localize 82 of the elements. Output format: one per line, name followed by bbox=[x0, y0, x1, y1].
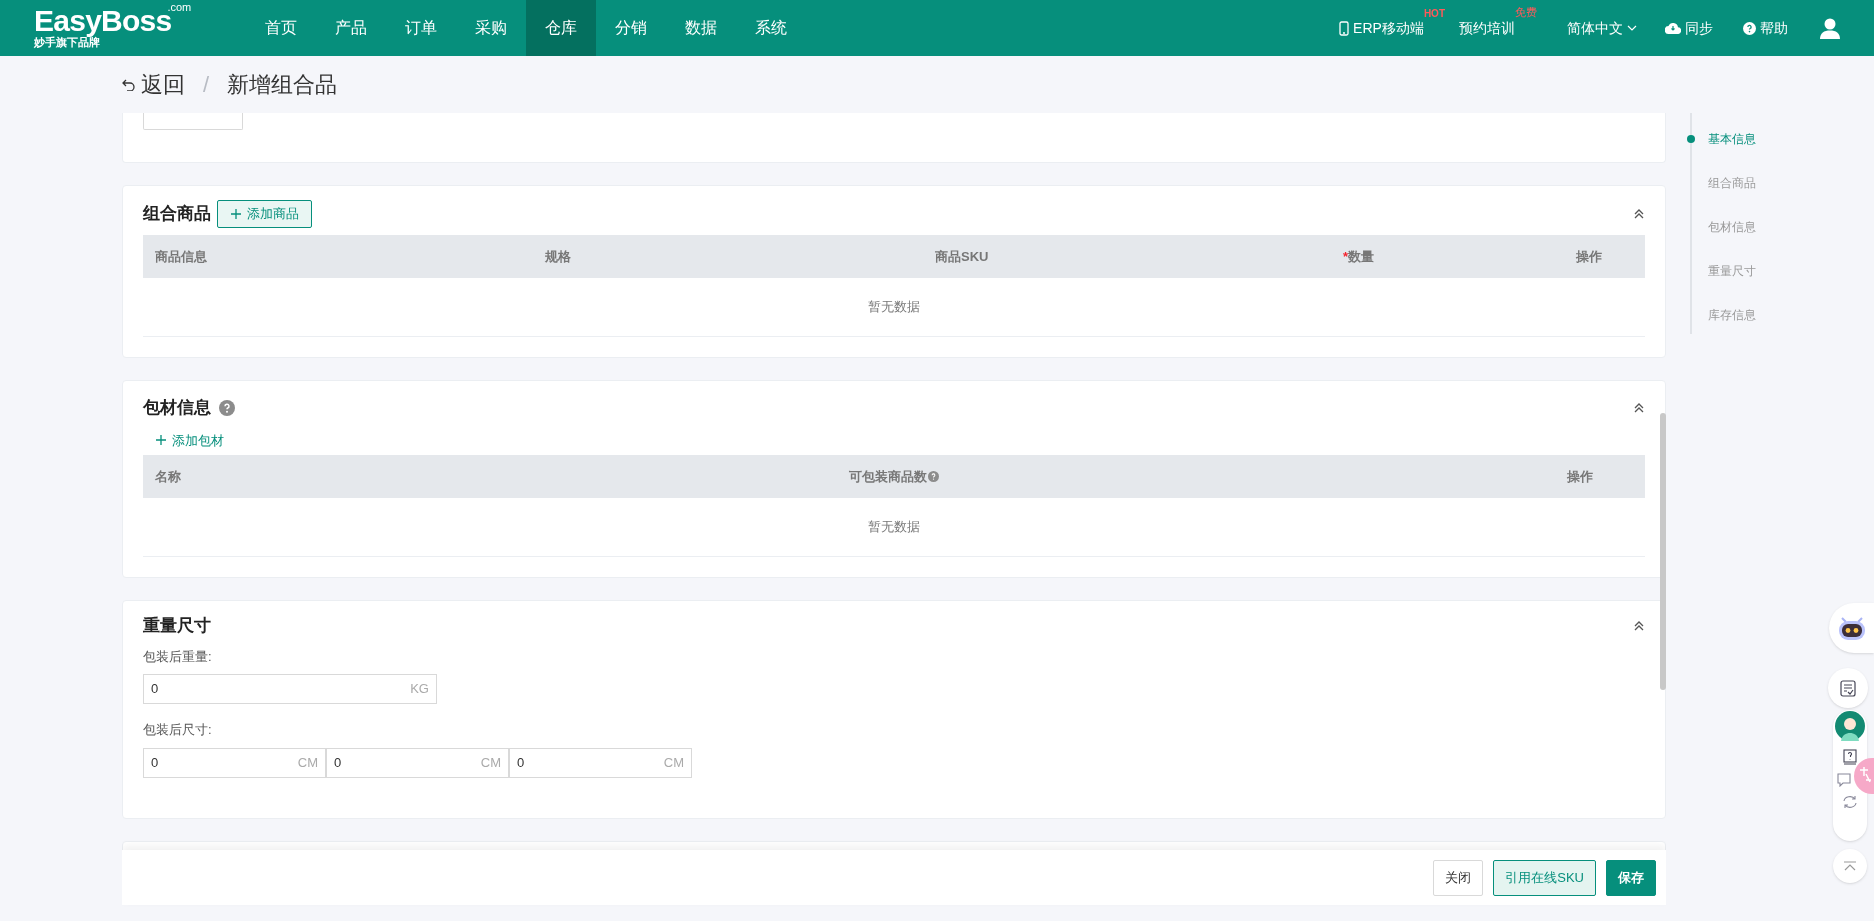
collapse-icon[interactable] bbox=[1633, 619, 1645, 632]
anchor-link[interactable]: 包材信息 bbox=[1708, 217, 1756, 237]
empty-text: 暂无数据 bbox=[143, 498, 1645, 557]
number-input[interactable]: 0 bbox=[334, 752, 481, 773]
anchor-link[interactable]: 库存信息 bbox=[1708, 305, 1756, 325]
nav-menu-item[interactable]: 订单 bbox=[386, 0, 456, 56]
help-book-icon[interactable] bbox=[1843, 749, 1857, 765]
number-field[interactable]: 0 KG bbox=[143, 674, 437, 704]
unit-label: CM bbox=[663, 753, 684, 772]
column-header: 商品SKU bbox=[935, 247, 990, 266]
number-input[interactable]: 0 bbox=[517, 752, 664, 773]
language-dropdown[interactable]: 简体中文 bbox=[1567, 17, 1637, 39]
number-field[interactable]: 0 CM bbox=[143, 747, 326, 778]
column-header: 操作 bbox=[1575, 247, 1603, 266]
unit-label: KG bbox=[410, 680, 429, 699]
mobile-app-link[interactable]: ERP移动端 bbox=[1339, 17, 1424, 39]
help-icon bbox=[219, 399, 235, 416]
logo-suffix: .com bbox=[167, 2, 192, 12]
column-header: 规格 bbox=[545, 247, 572, 266]
plus-icon bbox=[230, 208, 242, 220]
column-header: 可包装商品数 bbox=[647, 466, 1141, 487]
column-header: 商品信息 bbox=[155, 247, 208, 266]
free-label: 免费 bbox=[1515, 4, 1537, 20]
page-title: 新增组合品 bbox=[227, 71, 338, 99]
collapse-icon[interactable] bbox=[1633, 208, 1645, 220]
add-packaging-link[interactable]: 添加包材 bbox=[155, 430, 224, 450]
column-header: *数量 bbox=[1342, 247, 1376, 266]
number-input[interactable]: 0 bbox=[151, 679, 411, 699]
exchange-icon[interactable] bbox=[1842, 795, 1858, 809]
section-title: 包材信息 bbox=[143, 397, 211, 419]
phone-icon bbox=[1339, 20, 1350, 36]
arrow-up-icon bbox=[1843, 861, 1857, 871]
anchor-link[interactable]: 组合商品 bbox=[1708, 173, 1756, 193]
help-button[interactable]: 帮助 bbox=[1743, 17, 1788, 39]
empty-text: 暂无数据 bbox=[143, 278, 1645, 337]
unit-label: CM bbox=[297, 753, 318, 772]
number-field[interactable]: 0 CM bbox=[326, 747, 509, 778]
chat-icon[interactable] bbox=[1837, 773, 1851, 787]
field-label: 包装后尺寸: bbox=[143, 721, 213, 739]
collapse-icon[interactable] bbox=[1633, 401, 1645, 414]
section-title: 重量尺寸 bbox=[143, 615, 211, 637]
chevron-down-icon bbox=[1627, 25, 1637, 31]
nav-menu-item[interactable]: 采购 bbox=[456, 0, 526, 56]
required-mark: * bbox=[1343, 248, 1349, 264]
logo-tagline: 妙手旗下品牌 bbox=[34, 36, 100, 49]
nav-menu-item[interactable]: 系统 bbox=[736, 0, 806, 56]
help-icon bbox=[928, 471, 939, 482]
anchor-link[interactable]: 重量尺寸 bbox=[1708, 261, 1756, 281]
assistant-button[interactable] bbox=[1829, 603, 1874, 653]
nav-menu-item[interactable]: 数据 bbox=[666, 0, 736, 56]
back-link[interactable]: 返回 bbox=[122, 68, 185, 101]
plus-icon bbox=[155, 434, 167, 447]
unit-label: CM bbox=[480, 753, 501, 772]
checklist-icon bbox=[1840, 679, 1856, 697]
column-header: 名称 bbox=[155, 467, 182, 486]
scrollbar-thumb[interactable] bbox=[1660, 413, 1666, 690]
text-field[interactable] bbox=[143, 113, 243, 130]
anchor-link[interactable]: 基本信息 bbox=[1708, 129, 1756, 149]
nav-menu-item[interactable]: 仓库 bbox=[526, 0, 596, 56]
user-icon[interactable] bbox=[1820, 17, 1840, 39]
number-input[interactable]: 0 bbox=[151, 752, 298, 773]
help-icon bbox=[1743, 21, 1756, 35]
field-label: 包装后重量: bbox=[143, 647, 213, 666]
nav-menu-item[interactable]: 分销 bbox=[596, 0, 666, 56]
robot-icon bbox=[1836, 615, 1867, 641]
breadcrumb-separator: / bbox=[203, 71, 210, 99]
undo-icon bbox=[122, 78, 135, 91]
sync-button[interactable]: 同步 bbox=[1665, 17, 1713, 39]
hot-label: HOT bbox=[1423, 6, 1445, 21]
training-link[interactable]: 预约培训 bbox=[1459, 17, 1515, 39]
checklist-button[interactable] bbox=[1828, 668, 1868, 708]
avatar-icon[interactable] bbox=[1835, 711, 1865, 741]
nav-menu-item[interactable]: 产品 bbox=[316, 0, 386, 56]
column-header: 操作 bbox=[1566, 467, 1594, 486]
number-field[interactable]: 0 CM bbox=[509, 747, 692, 778]
footer-button[interactable]: 保存 bbox=[1606, 859, 1656, 896]
add-product-button[interactable]: 添加商品 bbox=[217, 200, 312, 228]
nav-menu-item[interactable]: 首页 bbox=[246, 0, 316, 56]
footer-button[interactable]: 引用在线SKU bbox=[1493, 859, 1596, 896]
cloud-icon bbox=[1665, 22, 1681, 34]
section-title: 组合商品 bbox=[143, 203, 211, 226]
footer-button[interactable]: 关闭 bbox=[1433, 859, 1484, 896]
